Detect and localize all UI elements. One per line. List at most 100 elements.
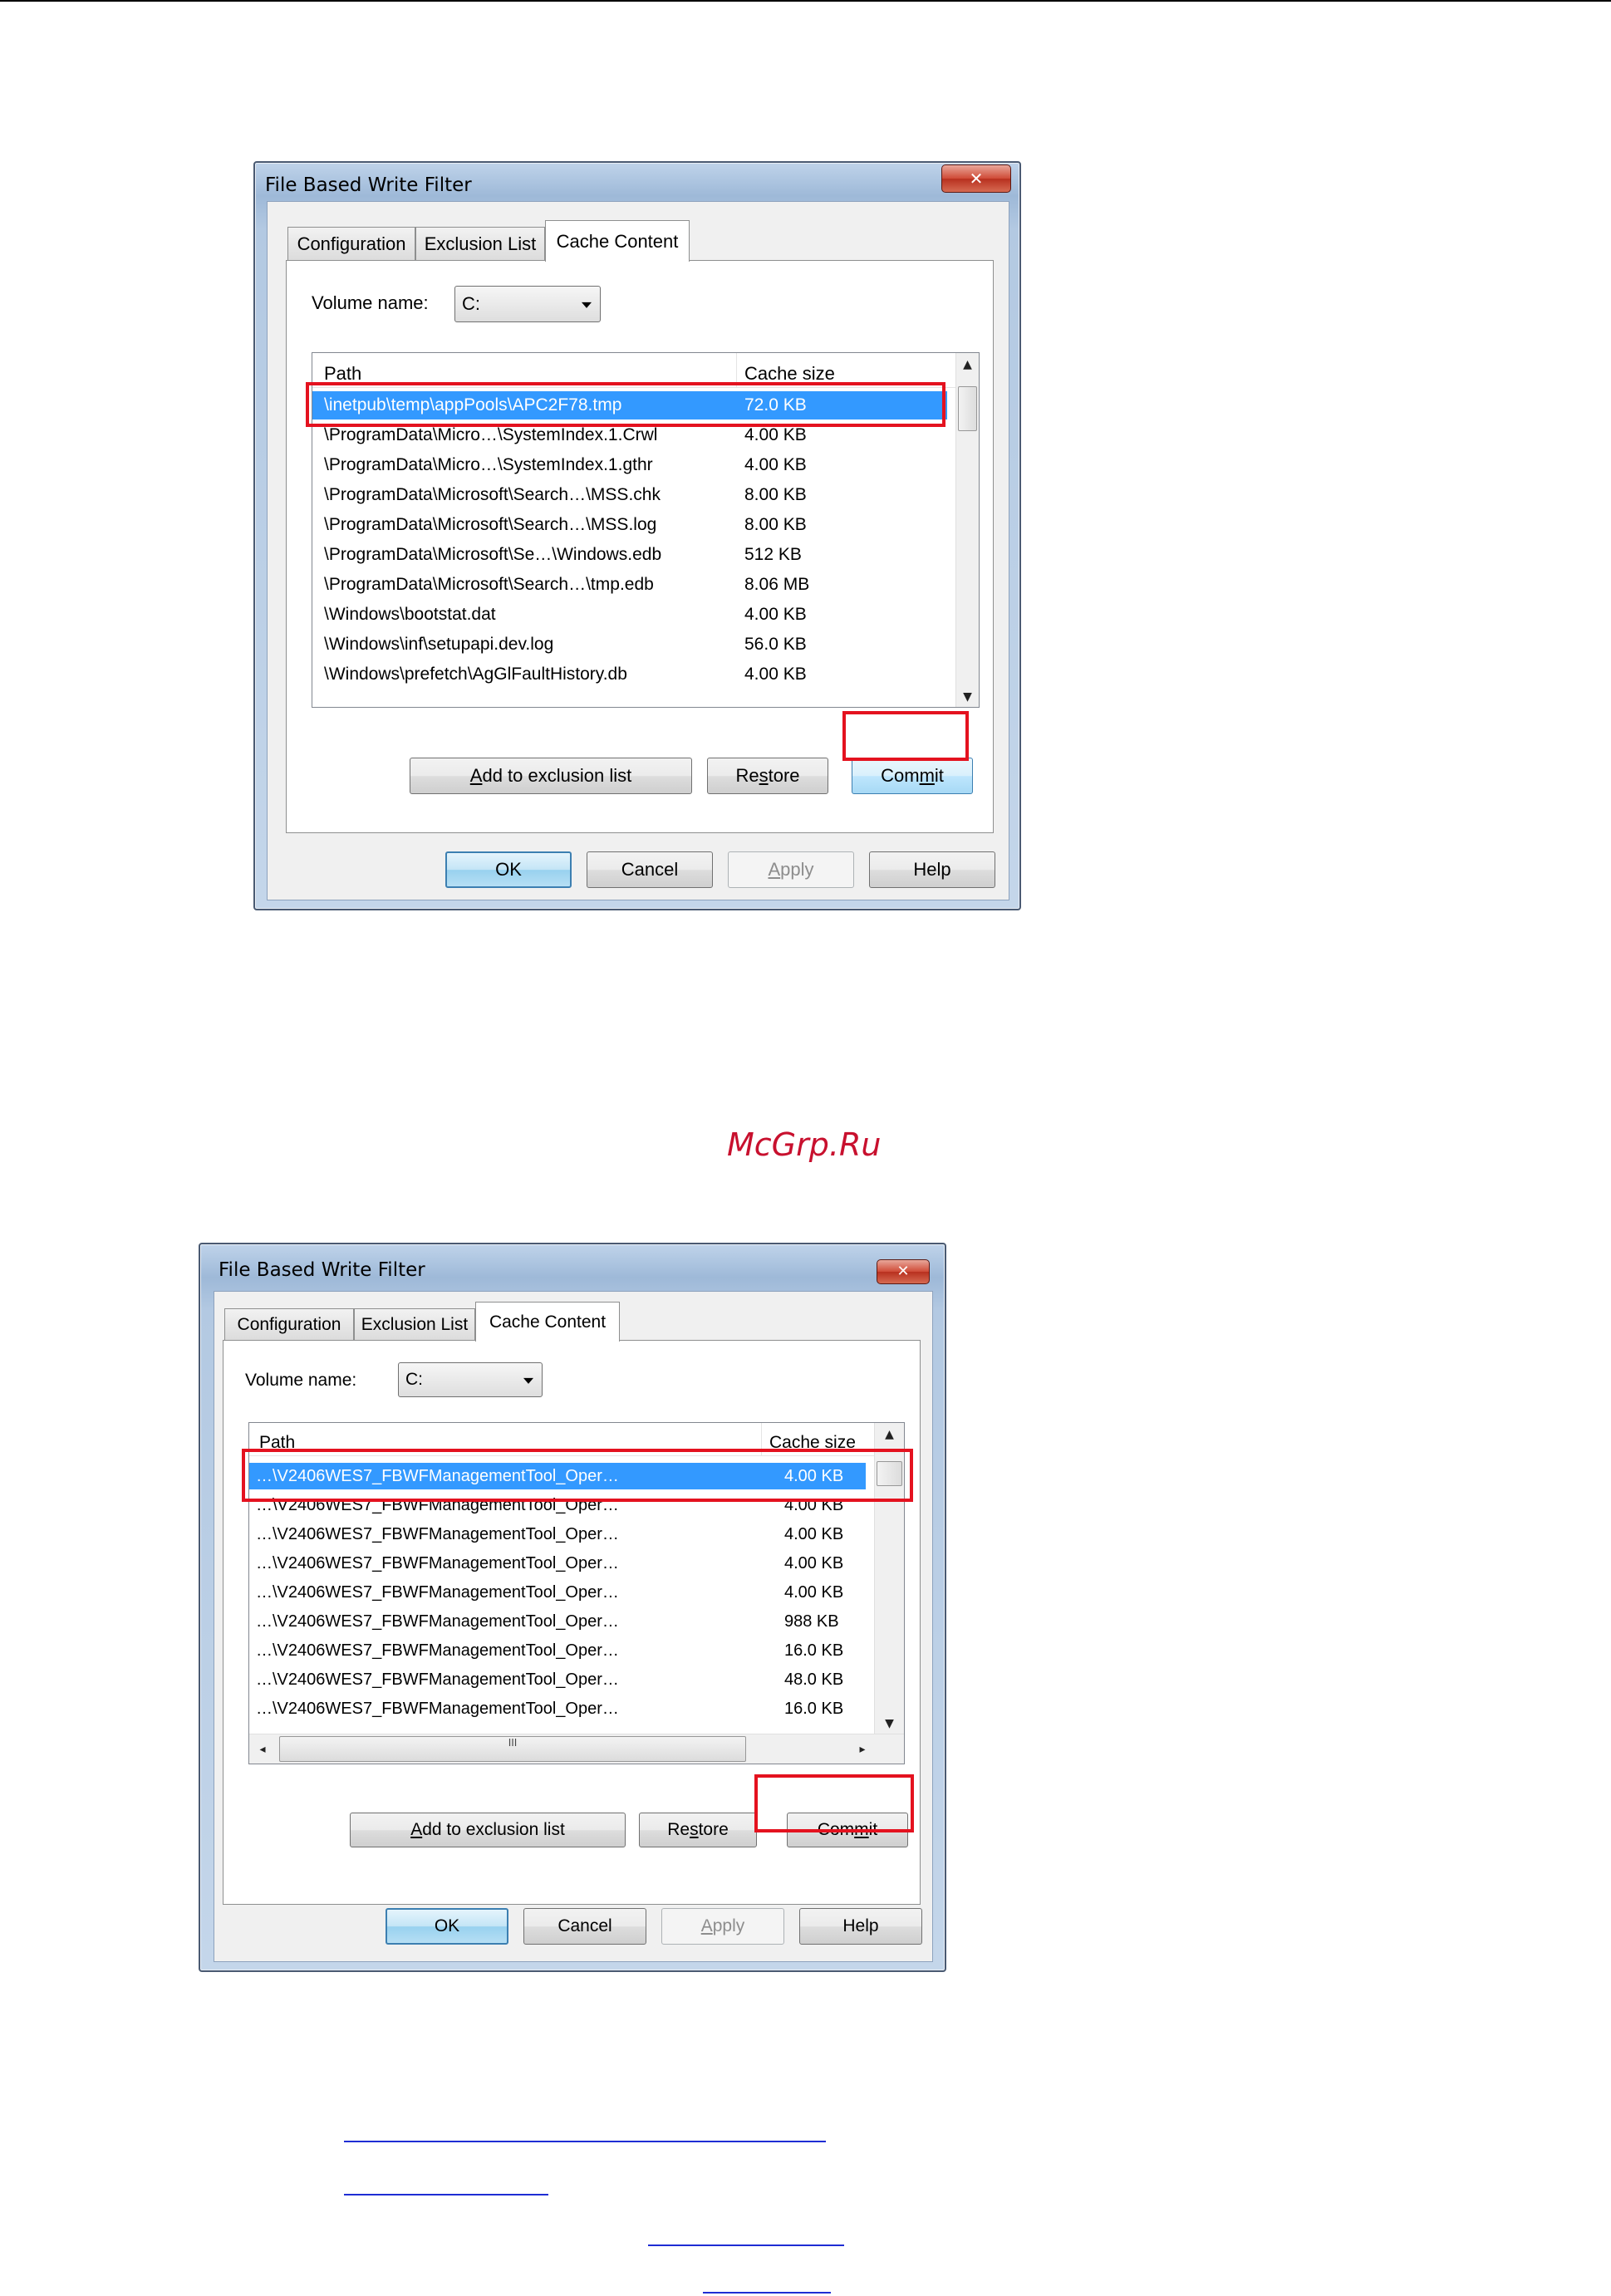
column-header-path[interactable]: Path <box>324 363 361 385</box>
scroll-up-icon[interactable]: ▲ <box>875 1428 904 1441</box>
list-header: Path Cache size <box>249 1423 904 1456</box>
column-header-path[interactable]: Path <box>259 1433 295 1453</box>
list-item[interactable]: …\V2406WES7_FBWFManagementTool_Oper… 48.0… <box>249 1666 866 1693</box>
cache-content-panel: Volume name: C: Path Cache size \inetpub… <box>286 260 994 833</box>
tab-cache-content[interactable]: Cache Content <box>545 220 690 262</box>
window-title: File Based Write Filter <box>219 1259 425 1281</box>
vertical-scrollbar[interactable]: ▲ ▼ <box>955 353 979 707</box>
cache-content-list[interactable]: Path Cache size \inetpub\temp\appPools\A… <box>312 352 980 708</box>
window-title: File Based Write Filter <box>265 174 472 196</box>
cancel-button[interactable]: Cancel <box>523 1908 646 1945</box>
cache-content-list[interactable]: Path Cache size …\V2406WES7_FBWFManageme… <box>248 1422 905 1764</box>
link-underline[interactable] <box>703 2292 831 2294</box>
volume-name-select[interactable]: C: <box>398 1362 543 1397</box>
page-top-rule <box>0 0 1611 2</box>
tab-configuration[interactable]: Configuration <box>224 1308 354 1340</box>
commit-button[interactable]: Com m it <box>787 1813 908 1847</box>
volume-name-label: Volume name: <box>245 1371 357 1390</box>
close-icon: ✕ <box>896 1263 910 1280</box>
restore-label-post: tore <box>768 765 800 786</box>
cell-cache-size: 16.0 KB <box>784 1641 844 1660</box>
cell-path: …\V2406WES7_FBWFManagementTool_Oper… <box>256 1554 619 1572</box>
cell-path: \ProgramData\Microsoft\Search…\MSS.chk <box>324 485 661 504</box>
apply-button[interactable]: Apply <box>728 851 854 888</box>
list-item[interactable]: \Windows\prefetch\AgGlFaultHistory.db 4.0… <box>312 660 947 689</box>
link-underline[interactable] <box>648 2244 844 2246</box>
column-header-cache-size[interactable]: Cache size <box>769 1433 856 1453</box>
add-to-exclusion-list-button[interactable]: Add to exclusion list <box>410 758 692 794</box>
list-item[interactable]: \ProgramData\Microsoft\Search…\MSS.log 8.… <box>312 511 947 539</box>
watermark-text: McGrp.Ru <box>727 1126 882 1163</box>
scroll-right-icon[interactable]: ▸ <box>852 1734 872 1764</box>
close-button[interactable]: ✕ <box>941 164 1011 193</box>
list-item[interactable]: …\V2406WES7_FBWFManagementTool_Oper… 4.00… <box>249 1463 866 1489</box>
list-item[interactable]: \ProgramData\Micro…\SystemIndex.1.gthr 4.… <box>312 451 947 479</box>
list-item[interactable]: …\V2406WES7_FBWFManagementTool_Oper… 4.00… <box>249 1521 866 1548</box>
title-bar[interactable]: File Based Write Filter ✕ <box>255 163 1019 201</box>
scroll-down-icon[interactable]: ▼ <box>956 690 979 704</box>
list-item[interactable]: …\V2406WES7_FBWFManagementTool_Oper… 16.0… <box>249 1695 866 1722</box>
commit-label-pre: Com <box>881 765 920 786</box>
restore-button[interactable]: Re s tore <box>639 1813 757 1847</box>
list-item[interactable]: \ProgramData\Microsoft\Search…\MSS.chk 8.… <box>312 481 947 509</box>
scrollbar-thumb[interactable] <box>877 1461 902 1486</box>
link-underline[interactable] <box>344 2194 548 2195</box>
column-separator[interactable] <box>761 1423 762 1455</box>
tab-cache-content[interactable]: Cache Content <box>475 1302 620 1342</box>
help-button[interactable]: Help <box>799 1908 922 1945</box>
list-item[interactable]: …\V2406WES7_FBWFManagementTool_Oper… 16.0… <box>249 1637 866 1664</box>
tab-configuration[interactable]: Configuration <box>287 227 415 260</box>
column-header-cache-size[interactable]: Cache size <box>744 363 835 385</box>
cell-cache-size: 4.00 KB <box>744 425 807 444</box>
list-item[interactable]: \ProgramData\Micro…\SystemIndex.1.Crwl 4.… <box>312 421 947 449</box>
list-item[interactable]: …\V2406WES7_FBWFManagementTool_Oper… 4.00… <box>249 1550 866 1577</box>
list-item[interactable]: \inetpub\temp\appPools\APC2F78.tmp 72.0 K… <box>312 391 947 419</box>
add-label-post: dd to exclusion list <box>422 1820 565 1839</box>
restore-label-pre: Re <box>735 765 759 786</box>
cell-cache-size: 16.0 KB <box>784 1700 844 1718</box>
vertical-scrollbar[interactable]: ▲ ▼ <box>874 1423 904 1735</box>
apply-label-post: pply <box>780 859 814 880</box>
list-item[interactable]: …\V2406WES7_FBWFManagementTool_Oper… 988 … <box>249 1608 866 1635</box>
tab-exclusion-list[interactable]: Exclusion List <box>354 1308 475 1340</box>
link-underline[interactable] <box>344 2141 826 2142</box>
commit-label-post: it <box>934 765 944 786</box>
apply-button[interactable]: Apply <box>661 1908 784 1945</box>
cell-cache-size: 4.00 KB <box>784 1583 844 1602</box>
list-item[interactable]: \ProgramData\Microsoft\Se…\Windows.edb 51… <box>312 541 947 569</box>
title-bar[interactable]: File Based Write Filter ✕ <box>200 1244 945 1284</box>
cell-path: \Windows\inf\setupapi.dev.log <box>324 635 554 654</box>
dialog-client-area: Configuration Exclusion List Cache Conte… <box>214 1291 933 1962</box>
cell-cache-size: 8.00 KB <box>744 485 807 504</box>
list-item[interactable]: \Windows\inf\setupapi.dev.log 56.0 KB <box>312 630 947 659</box>
scrollbar-thumb[interactable] <box>958 386 977 431</box>
horizontal-scrollbar-thumb[interactable]: III <box>279 1736 746 1762</box>
restore-button[interactable]: Re s tore <box>707 758 828 794</box>
tab-exclusion-list[interactable]: Exclusion List <box>415 227 545 260</box>
list-item[interactable]: \ProgramData\Microsoft\Search…\tmp.edb 8.… <box>312 571 947 599</box>
list-item[interactable]: \Windows\bootstat.dat 4.00 KB <box>312 601 947 629</box>
volume-name-select[interactable]: C: <box>454 286 601 322</box>
cell-cache-size: 8.00 KB <box>744 515 807 534</box>
help-button[interactable]: Help <box>869 851 995 888</box>
scroll-down-icon[interactable]: ▼ <box>875 1717 904 1730</box>
cell-path: …\V2406WES7_FBWFManagementTool_Oper… <box>256 1700 619 1718</box>
list-item[interactable]: …\V2406WES7_FBWFManagementTool_Oper… 4.00… <box>249 1492 866 1518</box>
commit-label-post: it <box>868 1820 878 1839</box>
commit-button[interactable]: Com m it <box>852 758 973 794</box>
close-button[interactable]: ✕ <box>877 1259 930 1284</box>
column-separator[interactable] <box>736 353 737 387</box>
commit-label-key: m <box>919 765 935 786</box>
restore-label-post: tore <box>698 1820 729 1839</box>
fbwf-dialog-2: File Based Write Filter ✕ Configuration … <box>199 1243 946 1972</box>
list-item[interactable]: …\V2406WES7_FBWFManagementTool_Oper… 4.00… <box>249 1579 866 1606</box>
scroll-left-icon[interactable]: ◂ <box>253 1734 273 1764</box>
ok-button[interactable]: OK <box>445 851 572 888</box>
cell-cache-size: 8.06 MB <box>744 575 810 594</box>
horizontal-scrollbar[interactable]: ◂ III ▸ <box>249 1734 904 1764</box>
scroll-up-icon[interactable]: ▲ <box>956 358 979 371</box>
ok-button[interactable]: OK <box>386 1908 508 1945</box>
cancel-button[interactable]: Cancel <box>587 851 713 888</box>
add-to-exclusion-list-button[interactable]: Add to exclusion list <box>350 1813 626 1847</box>
close-icon: ✕ <box>969 169 984 189</box>
